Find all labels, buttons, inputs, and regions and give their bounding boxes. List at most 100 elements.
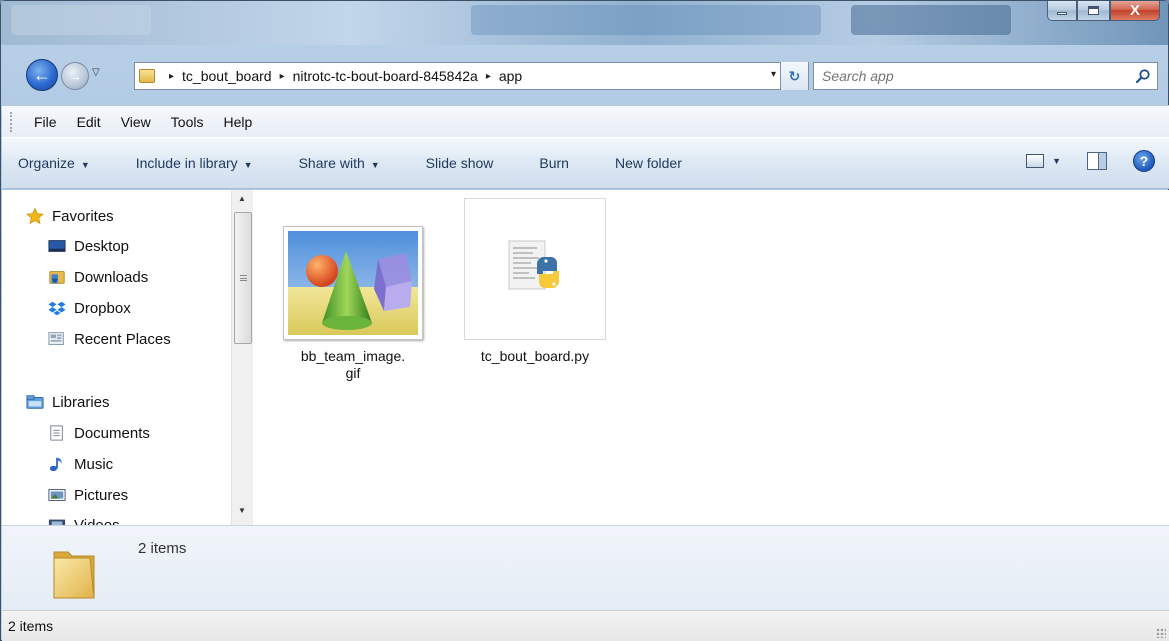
navigation-pane: Favorites Desktop Downloads Dropbox Rece… [2, 190, 232, 525]
file-item[interactable]: bb_team_image. gif [280, 226, 426, 382]
nav-videos[interactable]: Videos [48, 511, 120, 525]
chevron-down-icon: ▼ [243, 160, 253, 170]
preview-pane-icon[interactable] [1087, 152, 1107, 170]
new-folder-button[interactable]: New folder [615, 155, 682, 171]
slide-show-button[interactable]: Slide show [426, 155, 494, 171]
share-with-label: Share with [298, 155, 365, 171]
nav-favorites[interactable]: Favorites [26, 202, 114, 230]
breadcrumb: ▸ tc_bout_board ▸ nitrotc-tc-bout-board-… [161, 68, 522, 84]
file-name: bb_team_image. gif [280, 348, 426, 382]
nav-music[interactable]: Music [48, 450, 113, 478]
search-box[interactable] [813, 62, 1158, 90]
file-name-line: tc_bout_board.py [480, 348, 590, 364]
nav-documents[interactable]: Documents [48, 419, 150, 447]
title-bar[interactable]: X [1, 1, 1168, 45]
address-dropdown-icon[interactable]: ▾ [771, 69, 776, 80]
refresh-icon: ↻ [788, 67, 801, 84]
file-list: bb_team_image. gif tc_bout_board.py [254, 190, 1169, 525]
organize-label: Organize [18, 155, 75, 171]
file-thumbnail [283, 226, 423, 340]
maximize-button[interactable] [1077, 1, 1110, 21]
file-thumbnail [464, 198, 606, 340]
recent-pages-button[interactable]: ▽ [92, 67, 100, 78]
view-options-dropdown-icon[interactable]: ▼ [1052, 156, 1061, 166]
desktop-icon [48, 240, 66, 252]
nav-music-label: Music [74, 455, 114, 473]
downloads-folder-icon [49, 271, 65, 284]
back-arrow-icon: ← [33, 64, 51, 85]
scroll-down-icon[interactable]: ▼ [238, 506, 246, 515]
address-bar[interactable]: ▸ tc_bout_board ▸ nitrotc-tc-bout-board-… [134, 62, 809, 90]
image-gif-icon [288, 231, 418, 335]
view-controls: ▼ ? [1026, 150, 1155, 172]
videos-icon [48, 519, 66, 525]
breadcrumb-separator-icon[interactable]: ▸ [169, 71, 174, 82]
include-in-library-label: Include in library [135, 155, 238, 171]
nav-libraries[interactable]: Libraries [26, 388, 110, 416]
help-glyph: ? [1139, 153, 1149, 169]
menu-help[interactable]: Help [213, 114, 262, 130]
menu-file[interactable]: File [24, 114, 67, 130]
organize-button[interactable]: Organize ▼ [18, 155, 90, 171]
nav-desktop[interactable]: Desktop [48, 232, 129, 260]
file-item[interactable]: tc_bout_board.py [462, 198, 608, 365]
navigation-scrollbar[interactable]: ▲ ▼ [231, 190, 253, 525]
resize-grip-icon[interactable] [1156, 628, 1166, 638]
nav-favorites-label: Favorites [52, 207, 114, 225]
menu-view[interactable]: View [111, 114, 161, 130]
help-icon[interactable]: ? [1133, 150, 1155, 172]
nav-recent-places-label: Recent Places [74, 330, 171, 348]
file-name: tc_bout_board.py [462, 348, 608, 365]
thumb-grip [240, 275, 247, 281]
menu-edit[interactable]: Edit [67, 114, 111, 130]
search-input[interactable] [822, 68, 1122, 84]
burn-button[interactable]: Burn [539, 155, 569, 171]
nav-recent-places[interactable]: Recent Places [48, 325, 171, 353]
recent-places-icon [48, 332, 64, 345]
menu-bar: File Edit View Tools Help [2, 105, 1169, 137]
status-item-count: 2 items [8, 618, 54, 634]
file-name-line: gif [345, 365, 361, 381]
python-file-icon [508, 240, 560, 290]
nav-documents-label: Documents [74, 424, 150, 442]
breadcrumb-item[interactable]: app [499, 68, 522, 84]
chevron-down-icon: ▼ [370, 160, 380, 170]
nav-downloads[interactable]: Downloads [48, 263, 148, 291]
back-button[interactable]: ← [26, 59, 58, 91]
status-bar: 2 items [2, 610, 1169, 641]
nav-dropbox[interactable]: Dropbox [48, 294, 131, 322]
libraries-icon [26, 395, 44, 409]
window-controls: X [1047, 1, 1160, 21]
dropbox-icon [48, 301, 66, 316]
search-icon[interactable] [1135, 68, 1151, 84]
scroll-up-icon[interactable]: ▲ [238, 194, 246, 203]
menu-grip [10, 112, 13, 132]
content-area: Favorites Desktop Downloads Dropbox Rece… [2, 190, 1169, 525]
details-item-count: 2 items [138, 540, 187, 557]
nav-pictures[interactable]: Pictures [48, 481, 128, 509]
nav-pictures-label: Pictures [74, 486, 129, 504]
maximize-icon [1088, 6, 1099, 15]
forward-arrow-icon: → [68, 68, 82, 84]
minimize-button[interactable] [1047, 1, 1077, 21]
nav-dropbox-label: Dropbox [74, 299, 131, 317]
change-view-icon[interactable] [1026, 154, 1045, 168]
breadcrumb-separator-icon[interactable]: ▸ [486, 71, 491, 82]
breadcrumb-item[interactable]: tc_bout_board [182, 68, 272, 84]
nav-videos-label: Videos [74, 516, 120, 526]
menu-tools[interactable]: Tools [161, 114, 214, 130]
scroll-thumb[interactable] [234, 212, 252, 344]
breadcrumb-item[interactable]: nitrotc-tc-bout-board-845842a [293, 68, 478, 84]
nav-libraries-label: Libraries [52, 393, 110, 411]
documents-icon [50, 425, 63, 441]
forward-button[interactable]: → [61, 62, 89, 90]
nav-downloads-label: Downloads [74, 268, 149, 286]
close-button[interactable]: X [1110, 1, 1160, 21]
close-icon: X [1129, 2, 1140, 19]
refresh-button[interactable]: ↻ [780, 62, 808, 90]
breadcrumb-separator-icon[interactable]: ▸ [280, 71, 285, 82]
chevron-down-icon: ▼ [80, 160, 90, 170]
music-note-icon [49, 457, 62, 472]
include-in-library-button[interactable]: Include in library ▼ [136, 155, 253, 171]
share-with-button[interactable]: Share with ▼ [299, 155, 380, 171]
